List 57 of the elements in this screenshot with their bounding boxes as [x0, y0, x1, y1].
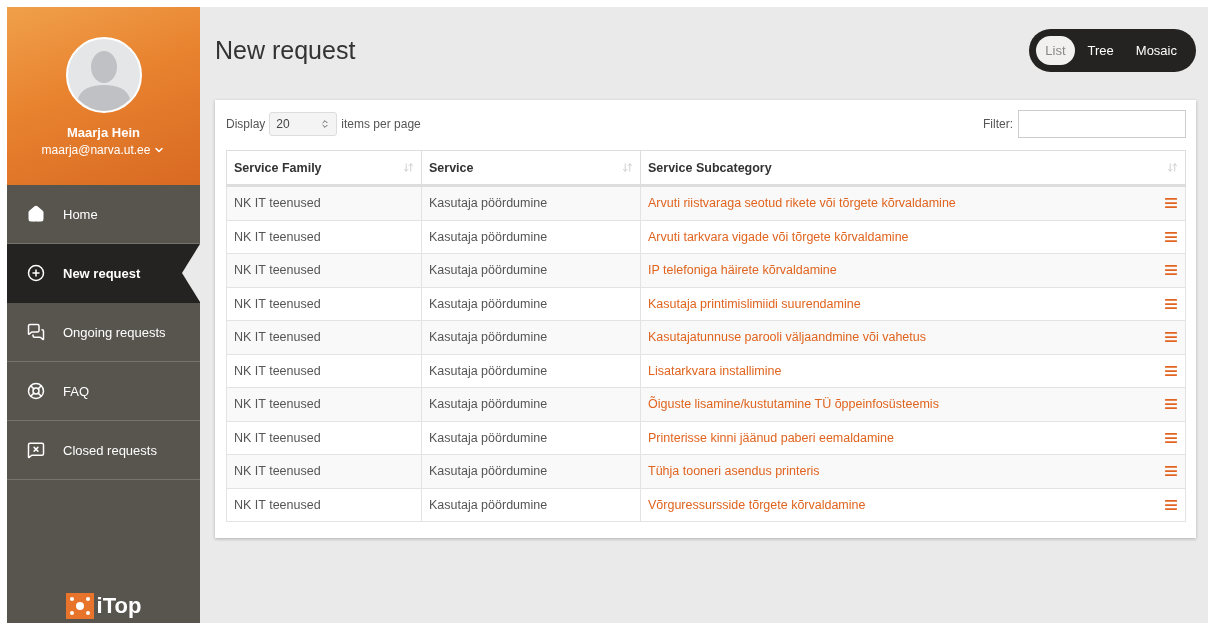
table-cell: Kasutaja pöördumine: [421, 287, 641, 321]
table-cell: Kasutaja pöördumine: [421, 354, 641, 388]
table-cell: Kasutaja pöördumine: [421, 454, 641, 488]
menu-icon[interactable]: [1164, 497, 1178, 512]
display-label: Display: [226, 117, 266, 131]
menu-icon[interactable]: [1164, 363, 1178, 378]
table-cell: Kasutaja pöördumine: [421, 387, 641, 421]
user-email[interactable]: maarja@narva.ut.ee: [41, 143, 151, 157]
view-tab[interactable]: Mosaic: [1126, 35, 1186, 65]
view-tab[interactable]: List: [1036, 35, 1075, 65]
table-cell: NK IT teenused: [226, 185, 422, 220]
table-cell: Kasutaja pöördumine: [421, 320, 641, 354]
per-page-label: items per page: [341, 117, 421, 131]
table-cell: NK IT teenused: [226, 421, 422, 455]
menu-icon[interactable]: [1164, 296, 1178, 311]
chat-bubbles-icon: [27, 323, 45, 341]
menu-icon[interactable]: [1164, 464, 1178, 479]
subcategory-link[interactable]: Kasutaja printimislimiidi suurendamine: [648, 296, 861, 311]
logo-icon: [65, 593, 94, 619]
lifebuoy-icon: [27, 382, 45, 400]
user-name: Maarja Hein: [67, 125, 140, 140]
subcategory-link[interactable]: IP telefoniga häirete kõrvaldamine: [648, 263, 837, 278]
table-cell: NK IT teenused: [226, 387, 422, 421]
subcategory-link[interactable]: Lisatarkvara installimine: [648, 363, 782, 378]
menu-icon[interactable]: [1164, 263, 1178, 278]
page-title: New request: [215, 35, 356, 65]
plus-circle-icon: [27, 264, 45, 282]
table-cell: NK IT teenused: [226, 220, 422, 254]
subcategory-link[interactable]: Printerisse kinni jäänud paberi eemaldamine: [648, 430, 894, 445]
avatar-icon: [65, 37, 142, 113]
table-cell: Kasutaja pöördumine: [421, 253, 641, 287]
stepper-icon: [320, 119, 331, 129]
table-cell: Kasutaja pöördumine: [421, 488, 641, 522]
table-cell: NK IT teenused: [226, 488, 422, 522]
menu-icon[interactable]: [1164, 430, 1178, 445]
chat-close-icon: [27, 441, 45, 459]
table-cell: NK IT teenused: [226, 320, 422, 354]
filter-field[interactable]: [1018, 110, 1186, 138]
home-icon: [27, 205, 45, 223]
table-cell: Kasutaja pöördumine: [421, 421, 641, 455]
menu-icon[interactable]: [1164, 196, 1178, 211]
table-cell: NK IT teenused: [226, 253, 422, 287]
menu-icon[interactable]: [1164, 229, 1178, 244]
table-cell: Kasutaja pöördumine: [421, 220, 641, 254]
table-cell: NK IT teenused: [226, 287, 422, 321]
sidebar-item[interactable]: New request: [7, 244, 200, 303]
table-cell: NK IT teenused: [226, 454, 422, 488]
page-size-select[interactable]: 20: [269, 112, 338, 136]
logo-text: iTop: [96, 593, 142, 619]
menu-icon[interactable]: [1164, 397, 1178, 412]
subcategory-link[interactable]: Võrguressursside tõrgete kõrvaldamine: [648, 497, 866, 512]
table-cell: NK IT teenused: [226, 354, 422, 388]
menu-icon[interactable]: [1164, 330, 1178, 345]
table-cell: Kasutaja pöördumine: [421, 185, 641, 220]
filter-label: Filter:: [983, 117, 1013, 131]
view-tab[interactable]: Tree: [1078, 35, 1123, 65]
subcategory-link[interactable]: Tühja tooneri asendus printeris: [648, 464, 820, 479]
